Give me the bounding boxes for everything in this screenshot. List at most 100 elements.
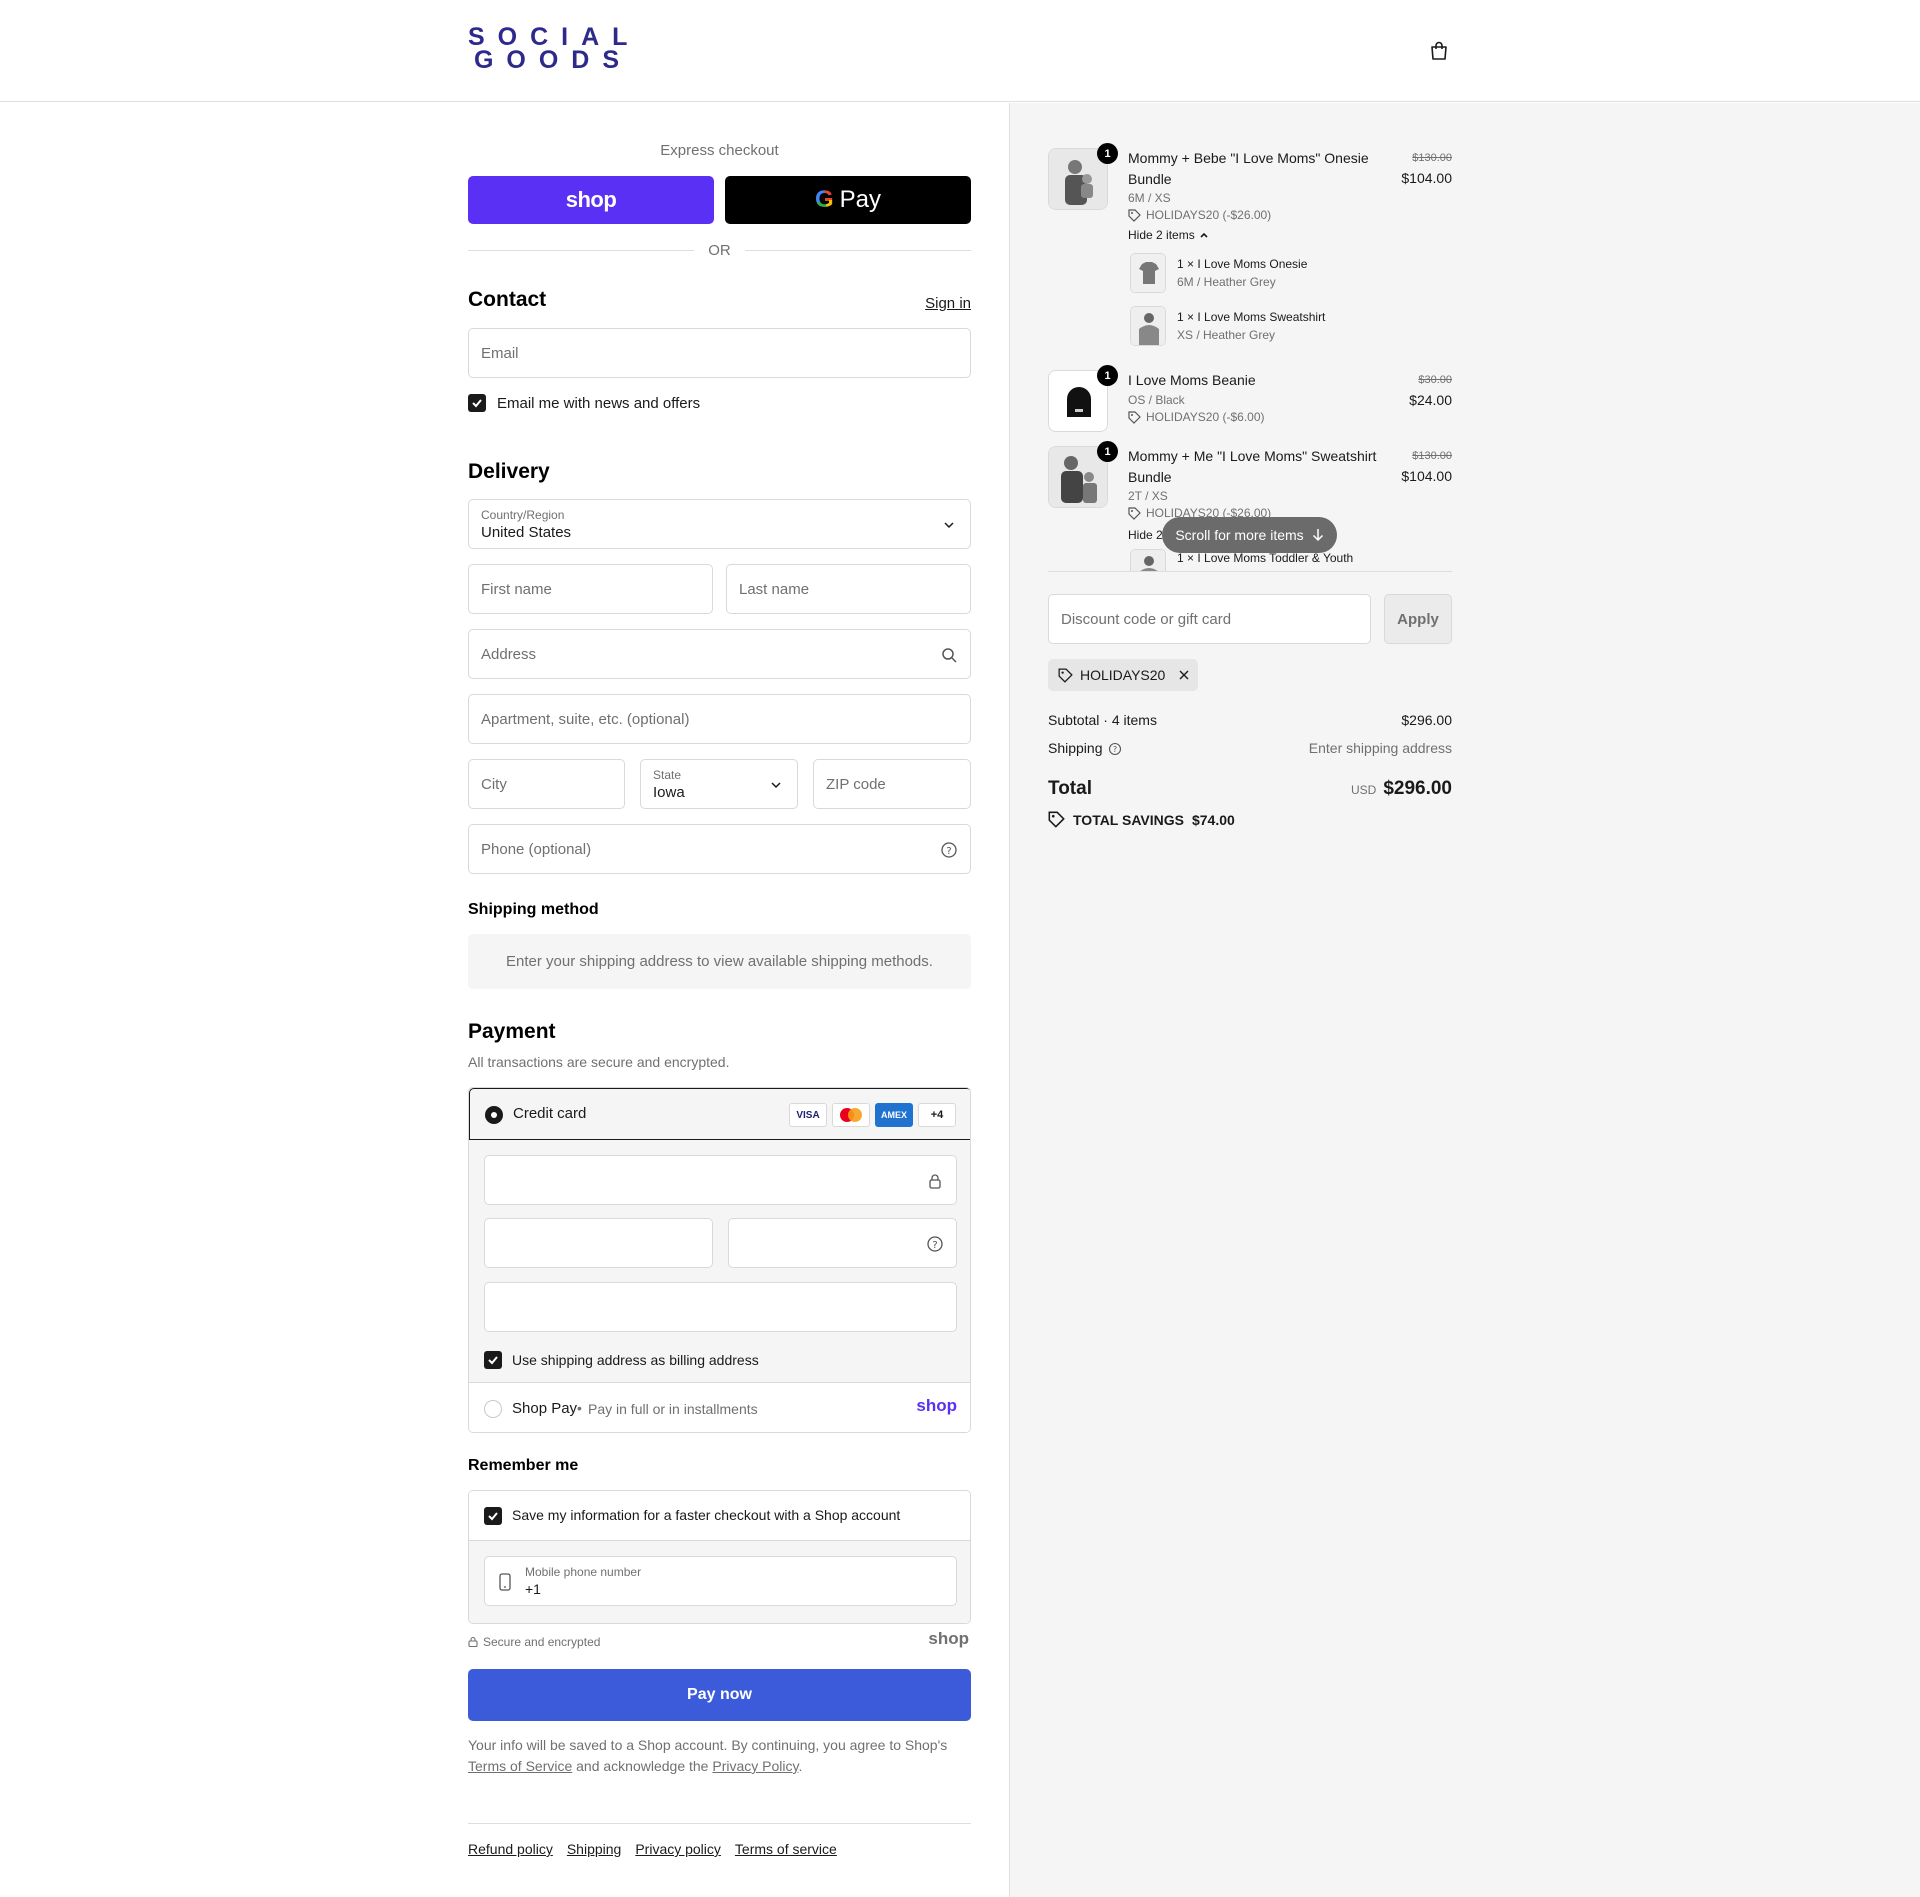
chevron-up-icon	[1200, 232, 1208, 238]
svg-text:?: ?	[946, 846, 951, 857]
mobile-phone-section: Mobile phone number +1	[469, 1541, 970, 1623]
shop-pay-button[interactable]: shop	[468, 176, 714, 224]
newsletter-checkbox[interactable]	[468, 394, 486, 412]
shopping-bag-icon[interactable]	[1428, 40, 1450, 62]
bundle-item-image	[1130, 253, 1166, 293]
card-number-field[interactable]	[484, 1155, 957, 1205]
express-checkout-label: Express checkout	[660, 142, 779, 159]
pay-now-button[interactable]: Pay now	[468, 1669, 971, 1721]
svg-text:?: ?	[932, 1240, 937, 1251]
remember-me-heading: Remember me	[468, 1457, 579, 1474]
refund-policy-link[interactable]: Refund policy	[468, 1841, 553, 1857]
or-divider: OR	[468, 240, 971, 260]
total-row: Total USD $296.00	[1048, 778, 1452, 808]
city-field[interactable]: City	[468, 759, 625, 809]
shop-logo: shop	[916, 1396, 957, 1415]
address-field[interactable]: Address	[468, 629, 971, 679]
checkmark-icon	[472, 399, 482, 408]
state-select[interactable]: State Iowa	[640, 759, 798, 809]
checkmark-icon	[488, 1356, 498, 1365]
save-info-row[interactable]: Save my information for a faster checkou…	[469, 1491, 970, 1541]
divider-line	[468, 249, 695, 251]
amex-icon: AMEX	[875, 1103, 913, 1127]
subtotal-row: Subtotal · 4 items $296.00	[1048, 712, 1452, 728]
shop-privacy-link[interactable]: Privacy Policy	[712, 1758, 798, 1774]
tag-icon	[1048, 811, 1065, 828]
shop-pay-option[interactable]: Shop Pay • Pay in full or in installment…	[469, 1382, 970, 1432]
email-field[interactable]: Email	[468, 328, 971, 378]
bullet-separator: •	[577, 1400, 582, 1416]
search-icon	[942, 648, 957, 663]
applied-discount-tag: HOLIDAYS20	[1048, 659, 1198, 691]
billing-address-label: Use shipping address as billing address	[512, 1352, 759, 1368]
footer-divider	[468, 1823, 971, 1824]
security-code-field[interactable]: ?	[728, 1218, 957, 1268]
item-variant: OS / Black	[1128, 393, 1185, 407]
more-cards-badge: +4	[918, 1103, 956, 1127]
mobile-phone-value: +1	[525, 1581, 541, 1597]
expiration-field[interactable]	[484, 1218, 713, 1268]
tag-icon	[1058, 668, 1073, 683]
original-price: $30.00	[1418, 374, 1452, 386]
mobile-phone-field[interactable]: Mobile phone number +1	[484, 1556, 957, 1606]
shop-pay-radio[interactable]	[484, 1400, 502, 1418]
first-name-field[interactable]: First name	[468, 564, 713, 614]
footer-links: Refund policy Shipping Privacy policy Te…	[468, 1841, 837, 1857]
zip-field[interactable]: ZIP code	[813, 759, 971, 809]
phone-field[interactable]: Phone (optional) ?	[468, 824, 971, 874]
help-circle-icon[interactable]: ?	[1108, 742, 1122, 756]
shop-logo-grey: shop	[928, 1629, 969, 1648]
credit-card-option[interactable]: Credit card VISA AMEX +4	[469, 1088, 970, 1140]
save-info-checkbox[interactable]	[484, 1507, 502, 1525]
save-info-label: Save my information for a faster checkou…	[512, 1507, 901, 1523]
discounted-price: $24.00	[1409, 392, 1452, 408]
privacy-policy-link[interactable]: Privacy policy	[635, 1841, 721, 1857]
item-discount: HOLIDAYS20 (-$26.00)	[1128, 208, 1271, 222]
delivery-heading: Delivery	[468, 460, 550, 483]
newsletter-label: Email me with news and offers	[497, 395, 701, 412]
lock-icon	[929, 1174, 941, 1189]
shipping-value: Enter shipping address	[1308, 740, 1452, 756]
name-on-card-field[interactable]	[484, 1282, 957, 1332]
help-circle-icon[interactable]: ?	[940, 841, 958, 859]
hide-items-toggle[interactable]: Hide 2 items	[1128, 228, 1209, 242]
hide-items-toggle[interactable]: Hide 2	[1128, 528, 1163, 542]
google-pay-button[interactable]: G Pay	[725, 176, 971, 224]
social-goods-logo[interactable]: SOCIAL GOODS	[468, 25, 638, 73]
payment-heading: Payment	[468, 1020, 556, 1043]
country-label: Country/Region	[481, 508, 565, 522]
scroll-for-more-button[interactable]: Scroll for more items	[1162, 517, 1337, 553]
state-label: State	[653, 768, 682, 782]
help-circle-icon[interactable]: ?	[926, 1235, 944, 1253]
divider-line	[744, 249, 971, 251]
chevron-down-icon	[944, 522, 954, 529]
shop-terms-link[interactable]: Terms of Service	[468, 1758, 572, 1774]
item-discount-label: HOLIDAYS20 (-$6.00)	[1146, 410, 1265, 424]
onesie-icon	[1131, 254, 1165, 292]
apply-discount-button[interactable]: Apply	[1384, 594, 1452, 644]
discount-code-field[interactable]: Discount code or gift card	[1048, 594, 1371, 644]
billing-address-checkbox[interactable]	[484, 1351, 502, 1369]
country-select[interactable]: Country/Region United States	[468, 499, 971, 549]
shipping-policy-link[interactable]: Shipping	[567, 1841, 622, 1857]
line-items-list[interactable]: 1 Mommy + Bebe "I Love Moms" Onesie Bund…	[1048, 103, 1452, 571]
shipping-method-heading: Shipping method	[468, 901, 599, 918]
consent-text-1: Your info will be saved to a Shop accoun…	[468, 1737, 948, 1753]
applied-discount-code: HOLIDAYS20	[1080, 667, 1166, 683]
tag-icon	[1128, 506, 1141, 520]
scroll-hint-label: Scroll for more items	[1175, 527, 1304, 543]
sign-in-link[interactable]: Sign in	[925, 295, 971, 312]
credit-card-radio[interactable]	[485, 1106, 503, 1124]
visa-icon: VISA	[789, 1103, 827, 1127]
city-placeholder: City	[481, 776, 507, 793]
last-name-field[interactable]: Last name	[726, 564, 971, 614]
apartment-field[interactable]: Apartment, suite, etc. (optional)	[468, 694, 971, 744]
consent-text: Your info will be saved to a Shop accoun…	[468, 1735, 971, 1777]
close-icon[interactable]	[1178, 669, 1190, 681]
remember-me-box: Save my information for a faster checkou…	[468, 1490, 971, 1624]
terms-of-service-link[interactable]: Terms of service	[735, 1841, 837, 1857]
bundle-item-image	[1130, 549, 1166, 571]
lock-icon	[468, 1636, 478, 1647]
total-value: $296.00	[1383, 778, 1452, 799]
country-value: United States	[481, 524, 572, 541]
